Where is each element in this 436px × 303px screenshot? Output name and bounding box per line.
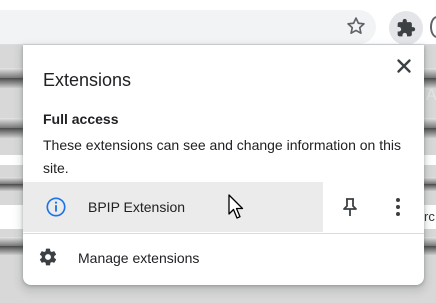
manage-extensions-label[interactable]: Manage extensions [78,250,199,266]
page-text-fragment: rc [424,209,435,224]
pin-icon[interactable] [341,197,359,217]
puzzle-icon [397,18,416,37]
more-options-icon[interactable] [390,196,406,218]
popup-title: Extensions [43,70,132,90]
browser-toolbar [0,0,436,45]
extension-name[interactable]: BPIP Extension [88,199,185,215]
address-bar[interactable] [0,10,376,44]
profile-icon[interactable] [430,16,436,38]
info-icon [46,197,66,217]
close-icon[interactable] [393,55,415,77]
manage-extensions-button[interactable]: Manage extensions [23,234,424,281]
extension-row[interactable]: BPIP Extension [23,182,424,232]
section-heading: Full access [43,111,119,127]
bookmark-star-icon[interactable] [346,16,366,36]
page-text-fragment: AJ [426,87,436,104]
gear-icon [39,248,57,266]
extensions-menu: Extensions Full access These extensions … [23,45,424,285]
section-description: These extensions can see and change info… [43,137,402,176]
extensions-button[interactable] [389,11,423,45]
mouse-cursor-icon [228,194,244,219]
